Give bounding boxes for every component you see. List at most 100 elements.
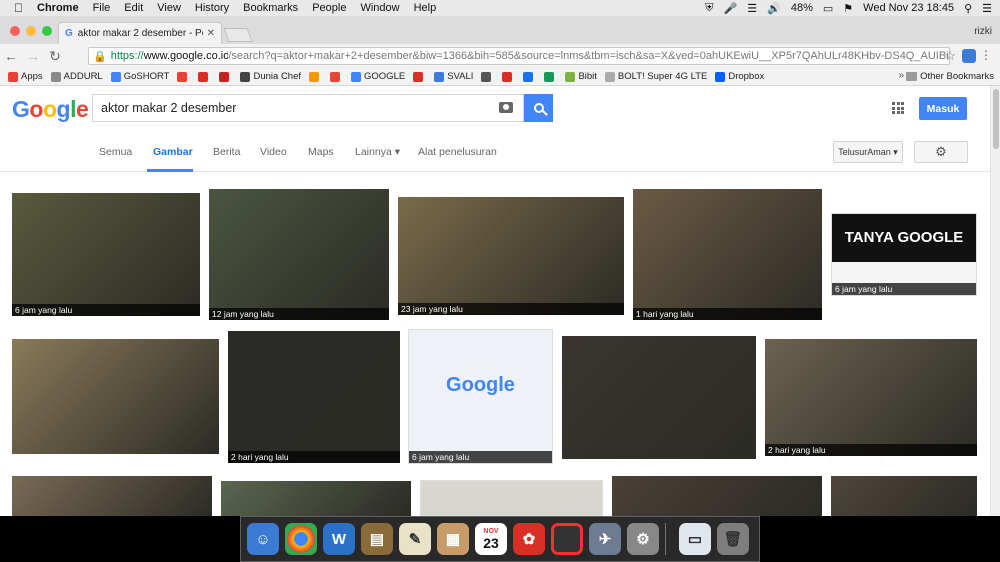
image-result[interactable]: 12 jam yang lalu [209, 189, 389, 320]
sign-in-button[interactable]: Masuk [919, 97, 967, 120]
app-red-icon[interactable]: ✿ [513, 523, 545, 555]
new-tab-button[interactable] [223, 28, 253, 42]
bookmark-item[interactable] [413, 71, 426, 82]
shield-icon[interactable]: ⛨ [705, 2, 713, 15]
bookmark-item[interactable]: GOOGLE [351, 71, 405, 82]
close-window-button[interactable] [10, 26, 20, 36]
page-scrollbar[interactable] [990, 86, 1000, 516]
safesearch-dropdown[interactable]: TelusurAman ▾ [833, 141, 903, 163]
mic-icon[interactable]: 🎤 [724, 2, 738, 15]
camera-icon[interactable] [499, 102, 513, 113]
word-icon[interactable]: W [323, 523, 355, 555]
bookmark-label: Dunia Chef [253, 71, 302, 82]
minimize-window-button[interactable] [26, 26, 36, 36]
image-result[interactable] [831, 476, 977, 516]
profile-name[interactable]: rizki [974, 26, 992, 37]
bookmark-item[interactable]: Apps [8, 71, 43, 82]
image-result[interactable] [562, 336, 756, 459]
image-result[interactable] [221, 481, 411, 516]
menu-bookmarks[interactable]: Bookmarks [243, 2, 298, 14]
notebook-icon[interactable]: ▤ [361, 523, 393, 555]
reload-icon[interactable]: ↻ [44, 48, 66, 65]
apps-grid-icon[interactable] [892, 102, 904, 114]
bookmark-item[interactable] [481, 71, 494, 82]
menu-view[interactable]: View [157, 2, 181, 14]
image-result[interactable]: 1 hari yang lalu [633, 189, 822, 320]
tab-alat-penelusuran[interactable]: Alat penelusuran [418, 146, 497, 158]
tab-gambar[interactable]: Gambar [153, 146, 193, 158]
menu-history[interactable]: History [195, 2, 229, 14]
system-preferences-icon[interactable]: ⚙ [627, 523, 659, 555]
image-result[interactable]: 2 hari yang lalu [765, 339, 977, 456]
bookmark-item[interactable] [544, 71, 557, 82]
search-input[interactable]: aktor makar 2 desember [92, 94, 524, 122]
browser-tab[interactable]: G aktor makar 2 desember - Pen ✕ [58, 22, 222, 44]
bookmark-star-icon[interactable]: ☆ [944, 48, 956, 64]
spotlight-icon[interactable]: ⚲ [964, 2, 972, 15]
bookmark-item[interactable] [330, 71, 343, 82]
battery-level[interactable]: 48% [791, 2, 813, 14]
bookmark-item[interactable]: GoSHORT [110, 71, 169, 82]
menu-kebab-icon[interactable]: ⋮ [980, 48, 992, 62]
image-result[interactable]: TANYA GOOGLE 6 jam yang lalu [831, 213, 977, 296]
bookmark-item[interactable]: SVALI [434, 71, 473, 82]
bookmark-item[interactable] [177, 71, 190, 82]
tab-lainnya[interactable]: Lainnya ▾ [355, 146, 400, 158]
google-logo[interactable]: Google [12, 96, 89, 123]
notification-icon[interactable]: ☰ [982, 2, 992, 15]
other-bookmarks-folder[interactable]: Other Bookmarks [906, 71, 994, 82]
image-result[interactable]: 6 jam yang lalu [12, 193, 200, 316]
image-result[interactable]: 2 hari yang lalu [228, 331, 400, 463]
battery-icon[interactable]: ▭ [823, 2, 833, 15]
bookmark-item[interactable] [309, 71, 322, 82]
search-button[interactable] [524, 94, 553, 122]
image-result[interactable] [12, 339, 219, 454]
bookmark-item[interactable]: Dunia Chef [240, 71, 301, 82]
app-ring-icon[interactable] [551, 523, 583, 555]
close-tab-icon[interactable]: ✕ [207, 28, 215, 39]
calculator-icon[interactable]: ▦ [437, 523, 469, 555]
bookmark-item[interactable] [523, 71, 536, 82]
finder-icon[interactable]: ☺ [247, 523, 279, 555]
wifi-icon[interactable]: ☰ [747, 2, 757, 15]
bookmark-item[interactable]: BOLT! Super 4G LTE [604, 71, 707, 82]
bookmark-item[interactable] [219, 71, 232, 82]
menu-edit[interactable]: Edit [124, 2, 143, 14]
calendar-icon[interactable]: NOV 23 [475, 523, 507, 555]
bookmarks-overflow-icon[interactable]: » [898, 70, 904, 81]
tab-maps[interactable]: Maps [308, 146, 334, 158]
bookmark-item[interactable]: Bibit [565, 71, 597, 82]
image-result[interactable] [420, 480, 603, 516]
flag-icon[interactable]: ⚑ [843, 2, 853, 15]
volume-icon[interactable]: 🔊 [767, 2, 781, 15]
apple-icon[interactable]:  [14, 1, 23, 15]
menu-file[interactable]: File [93, 2, 111, 14]
document-icon[interactable]: ▭ [679, 523, 711, 555]
bookmark-item[interactable] [502, 71, 515, 82]
address-bar[interactable]: 🔒 https:// www.google.co.id /search?q=ak… [88, 47, 950, 65]
menu-window[interactable]: Window [360, 2, 399, 14]
chrome-icon[interactable] [285, 523, 317, 555]
tab-berita[interactable]: Berita [213, 146, 240, 158]
image-result[interactable]: 23 jam yang lalu [398, 197, 624, 315]
forward-icon[interactable]: → [22, 48, 44, 64]
bookmark-item[interactable]: Dropbox [715, 71, 764, 82]
image-result[interactable] [12, 476, 212, 516]
menu-people[interactable]: People [312, 2, 346, 14]
tab-video[interactable]: Video [260, 146, 287, 158]
menu-help[interactable]: Help [414, 2, 437, 14]
launchpad-icon[interactable]: ✈ [589, 523, 621, 555]
gear-icon[interactable]: ⚙ [914, 141, 968, 163]
preview-icon[interactable]: ✎ [399, 523, 431, 555]
image-result[interactable] [612, 476, 822, 516]
menu-app-name[interactable]: Chrome [37, 2, 79, 14]
bookmark-item[interactable]: ADDURL [50, 71, 103, 82]
back-icon[interactable]: ← [0, 48, 22, 64]
image-result[interactable]: Google 6 jam yang lalu [408, 329, 553, 464]
zoom-window-button[interactable] [42, 26, 52, 36]
clock[interactable]: Wed Nov 23 18:45 [863, 2, 954, 14]
trash-icon[interactable]: 🗑 [717, 523, 749, 555]
bookmark-item[interactable] [198, 71, 211, 82]
extension-icon[interactable] [962, 49, 976, 63]
tab-semua[interactable]: Semua [99, 146, 132, 158]
